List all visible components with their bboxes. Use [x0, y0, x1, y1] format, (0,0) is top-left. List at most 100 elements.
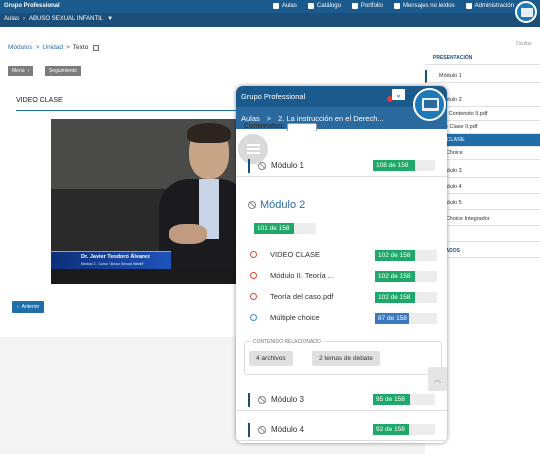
contenidos-select[interactable]	[286, 123, 317, 131]
hamburger-line	[246, 152, 260, 154]
chevron-right-icon: ›	[27, 68, 30, 74]
nav-label: Aulas	[281, 3, 297, 9]
index-item[interactable]: PRESENTACIÓN	[425, 52, 540, 65]
debate-chip[interactable]: 2 temas de debate	[312, 351, 380, 366]
progress-bar: 95 de 158	[373, 394, 435, 405]
brand-name[interactable]: Grupo Professional	[4, 3, 60, 9]
content-label: Módulo II. Teoría ...	[270, 271, 335, 280]
blocked-icon	[258, 396, 266, 404]
section-title: VIDEO CLASE	[16, 97, 63, 104]
seguimiento-button-label: Seguimiento	[49, 68, 77, 74]
circle-icon	[250, 293, 257, 300]
top-navbar: Grupo Professional Aulas Catálogo Portfo…	[0, 0, 540, 13]
caret-down-icon[interactable]: ▼	[107, 16, 113, 22]
module-bar	[248, 159, 250, 173]
seguimiento-button[interactable]: Seguimiento	[45, 66, 81, 76]
nav-mensajes[interactable]: Mensajes no leídos	[393, 3, 455, 9]
circle-icon	[250, 251, 257, 258]
progress-bar: 92 de 158	[373, 424, 435, 435]
progress-bar: 102 de 158	[375, 250, 437, 261]
course-selector[interactable]: ABUSO SEXUAL INFANTIL	[29, 16, 103, 22]
module-row-3[interactable]: Módulo 3 95 de 158	[236, 389, 447, 411]
module-bar	[248, 393, 250, 407]
menu-button-label: Menú	[12, 68, 25, 74]
blocked-icon	[258, 426, 266, 434]
breadcrumb-separator: >	[266, 113, 272, 123]
breadcrumb-separator: >	[65, 44, 70, 51]
top-nav: Aulas Catálogo Portfolio Mensajes no leí…	[272, 3, 514, 9]
breadcrumb-separator: >	[35, 44, 40, 51]
progress-text: 102 de 158	[378, 252, 411, 259]
chevron-left-icon: ‹	[17, 304, 19, 310]
mobile-course-modal: Grupo Professional ⌄ Aulas > 2. La instr…	[236, 86, 447, 443]
hamburger-line	[246, 144, 260, 146]
building-icon	[272, 3, 279, 9]
menu-button[interactable]: Menú ›	[8, 66, 34, 76]
ocultar-link[interactable]: Ocultar	[516, 41, 532, 47]
progress-text: 101 de 158	[257, 225, 290, 232]
content-label: Múltiple choice	[270, 313, 320, 322]
nav-aulas[interactable]: Aulas	[272, 3, 297, 9]
nav-catalogo[interactable]: Catálogo	[307, 3, 341, 9]
breadcrumb-current: Texto	[72, 44, 89, 51]
window-icon[interactable]	[93, 44, 100, 51]
contenidos-text: Contenidos:	[244, 123, 285, 130]
nav-portfolio[interactable]: Portfolio	[351, 3, 383, 9]
lower-third-name: Dr. Javier Teodoro Álvarez	[81, 254, 150, 260]
briefcase-icon	[351, 3, 358, 9]
mail-icon	[393, 3, 400, 9]
nav-label: Catálogo	[316, 3, 341, 9]
index-item-label: Módulo 1	[439, 73, 462, 79]
laptop-icon	[521, 8, 533, 17]
modal-aulas-link[interactable]: Aulas	[241, 114, 260, 123]
modal-avatar[interactable]	[413, 88, 446, 121]
module-label: Módulo 1	[271, 161, 304, 170]
video-lower-third: Dr. Javier Teodoro Álvarez Módulo 2 - Cu…	[51, 251, 171, 269]
circle-icon	[250, 272, 257, 279]
user-avatar[interactable]	[515, 1, 537, 23]
progress-bar: 102 de 158	[375, 292, 437, 303]
progress-bar: 87 de 158	[375, 313, 437, 324]
module-2-title[interactable]: Módulo 2	[248, 199, 305, 211]
blocked-icon	[258, 162, 266, 170]
nav-label: Mensajes no leídos	[402, 3, 455, 9]
nav-label: Administración	[474, 3, 514, 9]
progress-bar: 102 de 158	[375, 271, 437, 282]
video-desk	[51, 269, 246, 284]
files-chip[interactable]: 4 archivos	[249, 351, 293, 366]
progress-text: 102 de 158	[378, 294, 411, 301]
subbar-aulas[interactable]: Aulas	[4, 16, 19, 22]
nav-administracion[interactable]: Administración	[465, 3, 514, 9]
module-label: Módulo 3	[271, 395, 304, 404]
circle-icon	[250, 314, 257, 321]
content-label: Teoría del caso.pdf	[270, 292, 334, 301]
gear-icon	[465, 3, 472, 9]
anterior-button[interactable]: ‹ Anterior	[12, 301, 45, 313]
progress-text: 108 de 158	[376, 162, 409, 169]
related-content-box: CONTENIDO RELACIONADO 4 archivos 2 temas…	[244, 339, 442, 375]
scroll-up-icon[interactable]: ︿	[428, 367, 447, 391]
index-item[interactable]: Módulo 1	[425, 70, 540, 83]
module-label: Módulo 4	[271, 425, 304, 434]
cart-icon	[307, 3, 314, 9]
breadcrumb: Módulos > Unidad > Texto	[8, 44, 100, 51]
breadcrumb-unidad[interactable]: Unidad	[42, 44, 63, 51]
module-label: Módulo 2	[260, 199, 306, 211]
chevron-right-icon: ›	[23, 16, 26, 22]
related-caption: CONTENIDO RELACIONADO	[251, 339, 323, 345]
breadcrumb-modulos[interactable]: Módulos	[8, 44, 33, 51]
module-bar	[248, 423, 250, 437]
anterior-button-label: Anterior	[21, 304, 40, 310]
video-player[interactable]: Dr. Javier Teodoro Álvarez Módulo 2 - Cu…	[51, 119, 246, 284]
progress-bar: 101 de 158	[254, 223, 316, 234]
modal-brand: Grupo Professional	[241, 92, 306, 101]
progress-text: 87 de 158	[378, 315, 407, 322]
progress-text: 95 de 158	[376, 396, 405, 403]
nav-label: Portfolio	[360, 3, 383, 9]
modal-course-title: 2. La instrucción en el Derech...	[278, 113, 384, 123]
chevron-down-icon[interactable]: ⌄	[392, 89, 405, 100]
module-row-4[interactable]: Módulo 4 92 de 158	[236, 419, 447, 441]
video-presenter-hands	[169, 224, 207, 244]
module-row-1[interactable]: Módulo 1 108 de 158	[236, 155, 447, 177]
progress-text: 102 de 158	[378, 273, 411, 280]
